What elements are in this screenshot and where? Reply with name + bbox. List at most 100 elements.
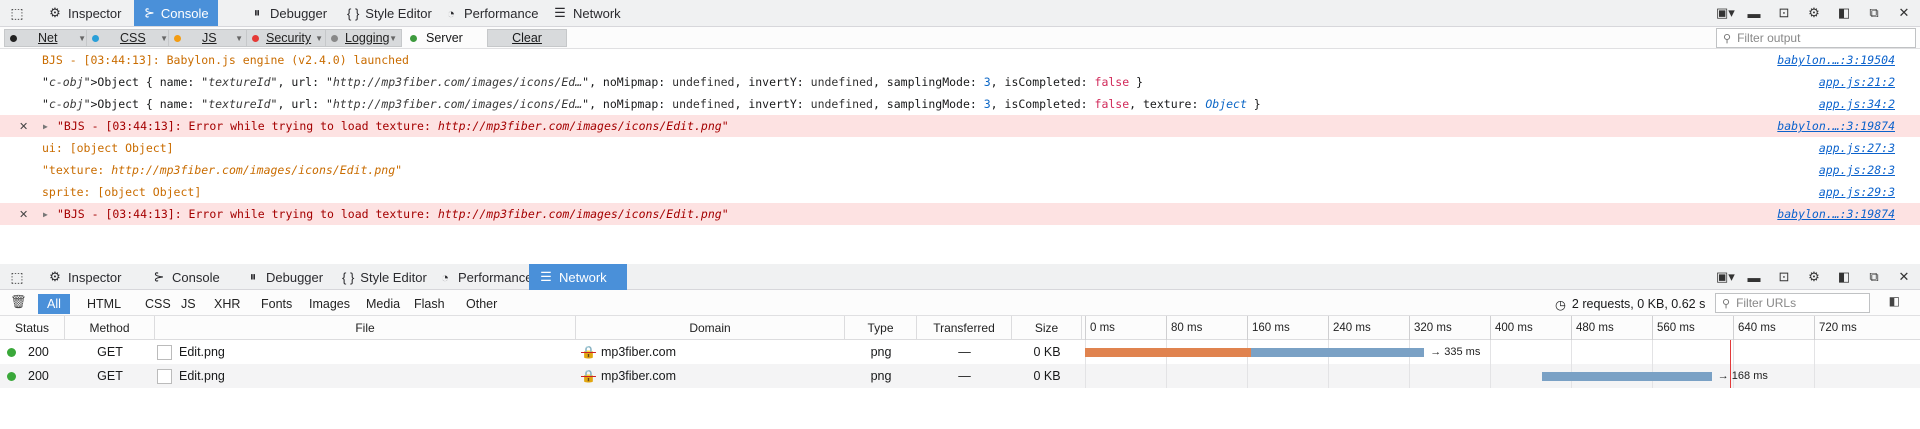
timeline-gridline <box>1652 340 1653 364</box>
transferred-cell: — <box>917 340 1012 364</box>
timeline-tick-label: 640 ms <box>1733 316 1776 340</box>
filter-net-button[interactable]: Net ▼ <box>4 29 91 47</box>
transferred-cell: — <box>917 364 1012 388</box>
network-filter-flash[interactable]: Flash <box>405 294 454 314</box>
tab-console[interactable]: ⊱ Console <box>142 264 230 290</box>
filter-js-button[interactable]: JS ▼ <box>168 29 248 47</box>
timeline-gridline <box>1571 340 1572 364</box>
source-location-link[interactable]: app.js:29:3 <box>1819 185 1895 199</box>
filter-css-button[interactable]: CSS ▼ <box>86 29 173 47</box>
file-cell: Edit.png <box>157 364 576 388</box>
filter-output-input[interactable]: ⚲ Filter output <box>1716 28 1916 48</box>
file-name: Edit.png <box>179 369 225 383</box>
network-filter-js[interactable]: JS <box>172 294 205 314</box>
filter-urls-input[interactable]: ⚲ Filter URLs <box>1715 293 1870 313</box>
tab-console[interactable]: ⊱ Console <box>134 0 218 26</box>
type-cell: png <box>845 364 917 388</box>
column-status[interactable]: Status <box>0 316 65 340</box>
timing-bar-waiting <box>1085 348 1252 357</box>
console-message-text: "BJS - [03:44:13]: Error while trying to… <box>57 207 729 221</box>
network-filter-media[interactable]: Media <box>357 294 409 314</box>
element-picker-icon[interactable]: ⬚ <box>0 0 34 26</box>
chevron-down-icon: ▼ <box>389 33 397 43</box>
timeline-gridline <box>1085 364 1086 388</box>
source-location-link[interactable]: app.js:27:3 <box>1819 141 1895 155</box>
undock-window-icon[interactable]: ⧉ <box>1866 269 1882 285</box>
transferred-value: — <box>958 345 971 359</box>
screenshot-icon[interactable]: ⊡ <box>1776 269 1792 285</box>
status-dot-icon <box>7 347 16 357</box>
status-code: 200 <box>28 369 49 383</box>
sidebar-toggle-icon[interactable]: ◧ <box>1889 294 1900 308</box>
source-location-link[interactable]: app.js:34:2 <box>1819 97 1895 111</box>
column-size[interactable]: Size <box>1012 316 1082 340</box>
clear-button[interactable]: Clear <box>487 29 567 47</box>
frame-select-icon[interactable]: ▣▾ <box>1716 269 1735 285</box>
tab-network[interactable]: ☰ Network <box>543 0 631 26</box>
tab-performance[interactable]: ◔ Performance <box>434 0 548 26</box>
settings-gear-icon[interactable]: ⚙ <box>1806 269 1822 285</box>
request-table-header: Status Method File Domain Type Transferr… <box>0 316 1920 340</box>
source-location-link[interactable]: app.js:21:2 <box>1819 75 1895 89</box>
settings-gear-icon[interactable]: ⚙ <box>1806 5 1822 21</box>
screenshot-icon[interactable]: ⊡ <box>1776 5 1792 21</box>
source-location-link[interactable]: app.js:28:3 <box>1819 163 1895 177</box>
request-row[interactable]: 200 GET Edit.png 🔒 mp3fiber.com png — 0 KB → 335… <box>0 340 1920 364</box>
timing-bar-receiving <box>1251 348 1425 357</box>
split-console-icon[interactable]: ▬ <box>1746 270 1762 285</box>
close-icon[interactable]: ✕ <box>1896 5 1912 21</box>
console-error-message[interactable]: ✕ ▶ "BJS - [03:44:13]: Error while trying … <box>0 203 1920 225</box>
tab-style-editor[interactable]: { } Style Editor <box>337 0 442 26</box>
console-error-message[interactable]: ✕ ▶ "BJS - [03:44:13]: Error while trying … <box>0 115 1920 137</box>
toolbar-right-icons: ▣▾ ▬ ⊡ ⚙ ◧ ⧉ ✕ <box>1716 264 1912 290</box>
filter-server-toggle[interactable]: Server <box>410 29 463 47</box>
tab-debugger[interactable]: ⏸ Debugger <box>236 264 333 290</box>
network-filter-other[interactable]: Other <box>457 294 506 314</box>
column-domain[interactable]: Domain <box>576 316 845 340</box>
inspector-icon: ⚙ <box>49 269 61 284</box>
clock-icon: ◷ <box>1555 297 1566 312</box>
network-filter-images[interactable]: Images <box>300 294 359 314</box>
console-icon: ⊱ <box>153 269 165 284</box>
expand-arrow-icon[interactable]: ▶ <box>43 122 48 131</box>
debugger-icon: ⏸ <box>249 269 257 284</box>
element-picker-icon[interactable]: ⬚ <box>0 264 34 290</box>
console-filter-bar: Net ▼ CSS ▼ JS ▼ Security ▼ Logging ▼ Se… <box>0 27 1920 49</box>
split-console-icon[interactable]: ▬ <box>1746 6 1762 21</box>
method-cell: GET <box>65 340 155 364</box>
dock-side-icon[interactable]: ◧ <box>1836 5 1852 21</box>
network-filter-xhr[interactable]: XHR <box>205 294 249 314</box>
network-filter-html[interactable]: HTML <box>78 294 130 314</box>
column-file[interactable]: File <box>155 316 576 340</box>
tab-inspector[interactable]: ⚙ Inspector <box>38 0 131 26</box>
source-location-link[interactable]: babylon.…:3:19874 <box>1777 207 1895 221</box>
timeline-gridline <box>1490 340 1491 364</box>
source-location-link[interactable]: babylon.…:3:19874 <box>1777 119 1895 133</box>
tab-network[interactable]: ☰ Network <box>529 264 627 290</box>
close-icon[interactable]: ✕ <box>1896 269 1912 285</box>
filter-logging-button[interactable]: Logging ▼ <box>325 29 402 47</box>
network-filter-fonts[interactable]: Fonts <box>252 294 301 314</box>
tab-debugger[interactable]: ⏸ Debugger <box>240 0 337 26</box>
dock-side-icon[interactable]: ◧ <box>1836 269 1852 285</box>
trash-icon[interactable]: 🗑 <box>10 294 27 310</box>
timeline-tick-label: 720 ms <box>1814 316 1857 340</box>
performance-icon: ◔ <box>447 5 455 21</box>
timeline-gridline <box>1409 364 1410 388</box>
source-location-link[interactable]: babylon.…:3:19504 <box>1777 53 1895 67</box>
tab-style-editor[interactable]: { } Style Editor <box>332 264 437 290</box>
request-row[interactable]: 200 GET Edit.png 🔒 mp3fiber.com png — 0 KB → 168… <box>0 364 1920 388</box>
column-type[interactable]: Type <box>845 316 917 340</box>
filter-security-button[interactable]: Security ▼ <box>246 29 328 47</box>
devtools-top-toolbar: ⬚ ⚙ Inspector ⊱ Console ⏸ Debugger { } S… <box>0 0 1920 27</box>
console-message-text: "c-obj">Object { name: "textureId", url:… <box>42 75 1144 89</box>
undock-window-icon[interactable]: ⧉ <box>1866 5 1882 21</box>
expand-arrow-icon[interactable]: ▶ <box>43 210 48 219</box>
column-method[interactable]: Method <box>65 316 155 340</box>
frame-select-icon[interactable]: ▣▾ <box>1716 5 1735 21</box>
tab-inspector[interactable]: ⚙ Inspector <box>38 264 131 290</box>
tab-performance[interactable]: ◔ Performance <box>428 264 542 290</box>
column-transferred[interactable]: Transferred <box>917 316 1012 340</box>
type-value: png <box>870 369 892 383</box>
network-filter-all[interactable]: All <box>38 294 70 314</box>
